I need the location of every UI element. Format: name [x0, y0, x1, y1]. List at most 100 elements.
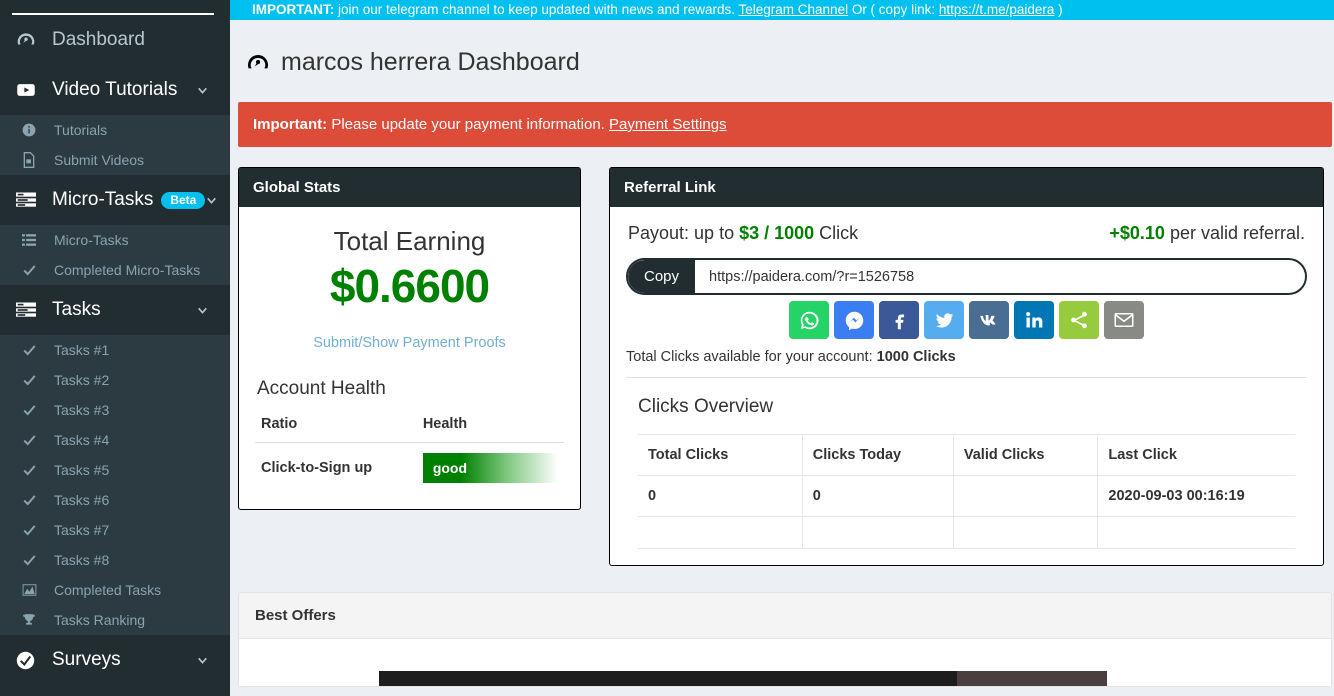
share-icon: [1069, 310, 1089, 330]
global-stats-header: Global Stats: [239, 168, 580, 207]
check-icon: [22, 263, 46, 277]
telegram-url-link[interactable]: https://t.me/paidera: [939, 2, 1055, 17]
chevron-down-icon[interactable]: [194, 82, 210, 98]
table-row: 0 0 2020-09-03 00:16:19: [638, 475, 1295, 517]
sidebar-item-tasks-1[interactable]: Tasks #1: [0, 335, 230, 365]
sidebar-item-dashboard[interactable]: Dashboard: [0, 15, 230, 65]
sidebar-submenu-micro-tasks: Micro-Tasks Completed Micro-Tasks: [0, 225, 230, 285]
check-icon: [22, 433, 46, 447]
table-row: Click-to-Sign up good: [255, 443, 564, 494]
check-icon: [22, 463, 46, 477]
best-offers-card: Best Offers: [238, 592, 1332, 687]
referral-link-card: Referral Link Payout: up to $3 / 1000 Cl…: [609, 167, 1324, 566]
telegram-channel-link[interactable]: Telegram Channel: [739, 2, 849, 17]
table-header-row: Total Clicks Clicks Today Valid Clicks L…: [638, 434, 1295, 476]
sidebar-item-completed-micro-tasks[interactable]: Completed Micro-Tasks: [0, 255, 230, 285]
sidebar-item-tasks-3[interactable]: Tasks #3: [0, 395, 230, 425]
best-offers-header: Best Offers: [255, 607, 336, 624]
share-vk-button[interactable]: [969, 301, 1009, 339]
table-footer-row: [638, 516, 1295, 549]
payout-row: Payout: up to $3 / 1000 Click +$0.10 per…: [626, 221, 1307, 244]
sidebar-item-submit-videos[interactable]: Submit Videos: [0, 145, 230, 175]
sidebar-item-tasks-4[interactable]: Tasks #4: [0, 425, 230, 455]
vk-icon: [978, 309, 1000, 331]
tasks-icon: [16, 301, 42, 319]
referral-bonus-suffix: per valid referral.: [1164, 223, 1305, 243]
share-facebook-button[interactable]: [879, 301, 919, 339]
health-status-badge: good: [422, 453, 558, 483]
dashboard-icon: [246, 51, 270, 75]
sidebar-item-label: Tutorials: [54, 122, 108, 138]
check-icon: [22, 403, 46, 417]
check-icon: [22, 523, 46, 537]
video-icon: [16, 80, 42, 100]
beta-badge: Beta: [161, 191, 206, 209]
cell-clicks-today: 0: [802, 475, 954, 517]
messenger-icon: [844, 310, 865, 331]
sidebar-item-label: Tasks #8: [54, 552, 110, 568]
column-header-last-click: Last Click: [1097, 434, 1295, 476]
total-clicks-label: Total Clicks available for your account:: [626, 349, 877, 365]
payout-rate: $3 / 1000: [739, 223, 815, 243]
total-earning-value: $0.6600: [329, 260, 490, 312]
sidebar-item-video-tutorials[interactable]: Video Tutorials: [0, 65, 230, 115]
total-clicks-value: 1000 Clicks: [876, 349, 956, 365]
main-content: IMPORTANT: join our telegram channel to …: [230, 0, 1334, 696]
sidebar-item-tutorials[interactable]: Tutorials: [0, 115, 230, 145]
offer-banner-image[interactable]: [379, 671, 1107, 686]
check-icon: [22, 553, 46, 567]
account-health-table: Ratio Health Click-to-Sign up good: [255, 412, 564, 493]
sidebar-item-completed-tasks[interactable]: Completed Tasks: [0, 575, 230, 605]
share-whatsapp-button[interactable]: [789, 301, 829, 339]
clicks-overview-title: Clicks Overview: [638, 396, 774, 417]
page-title: marcos herrera Dashboard: [238, 48, 1334, 77]
sidebar-item-label: Tasks Ranking: [54, 612, 146, 628]
sidebar-item-tasks-ranking[interactable]: Tasks Ranking: [0, 605, 230, 635]
sidebar-item-tasks-8[interactable]: Tasks #8: [0, 545, 230, 575]
sidebar-item-tasks-parent[interactable]: Tasks: [0, 285, 230, 335]
sidebar-bottom-edge: [0, 692, 230, 696]
share-buttons-row: [626, 301, 1307, 339]
chevron-down-icon[interactable]: [194, 652, 210, 668]
sidebar-item-surveys[interactable]: Surveys: [0, 635, 230, 685]
whatsapp-icon: [799, 310, 820, 331]
payout-info: Payout: up to $3 / 1000 Click: [628, 223, 858, 244]
sidebar-item-tasks-5[interactable]: Tasks #5: [0, 455, 230, 485]
total-earning-label: Total Earning: [333, 226, 486, 256]
column-header-clicks-today: Clicks Today: [802, 434, 954, 476]
payment-proofs-link[interactable]: Submit/Show Payment Proofs: [255, 335, 564, 351]
best-offers-body: [239, 638, 1331, 686]
referral-header: Referral Link: [610, 168, 1323, 207]
payment-settings-link[interactable]: Payment Settings: [609, 116, 727, 133]
list-icon: [22, 233, 46, 247]
table-header-row: Ratio Health: [255, 412, 564, 443]
chevron-down-icon[interactable]: [194, 302, 210, 318]
alert-text: Please update your payment information.: [327, 116, 610, 133]
referral-link-input[interactable]: [695, 260, 1305, 293]
clicks-overview-table: Total Clicks Clicks Today Valid Clicks L…: [638, 434, 1295, 549]
share-twitter-button[interactable]: [924, 301, 964, 339]
column-header-ratio: Ratio: [255, 412, 417, 443]
sidebar: Dashboard Video Tutorials Tutorials Subm…: [0, 0, 230, 696]
sidebar-item-label: Tasks #3: [54, 402, 110, 418]
banner-text: join our telegram channel to keep update…: [334, 2, 739, 17]
sidebar-item-tasks-7[interactable]: Tasks #7: [0, 515, 230, 545]
sidebar-item-label: Surveys: [52, 649, 121, 670]
sidebar-item-label: Tasks #7: [54, 522, 110, 538]
payment-alert: Important: Please update your payment in…: [238, 102, 1332, 147]
sidebar-item-micro-tasks-parent[interactable]: Micro-Tasks Beta: [0, 175, 230, 225]
share-linkedin-button[interactable]: [1014, 301, 1054, 339]
share-messenger-button[interactable]: [834, 301, 874, 339]
referral-bonus-info: +$0.10 per valid referral.: [1109, 223, 1305, 244]
sidebar-item-micro-tasks[interactable]: Micro-Tasks: [0, 225, 230, 255]
share-generic-button[interactable]: [1059, 301, 1099, 339]
sidebar-item-tasks-2[interactable]: Tasks #2: [0, 365, 230, 395]
referral-body: Payout: up to $3 / 1000 Click +$0.10 per…: [610, 207, 1323, 565]
email-icon: [1114, 312, 1134, 328]
cell-valid-clicks: [953, 475, 1099, 517]
chevron-down-icon[interactable]: [205, 192, 218, 208]
sidebar-item-tasks-6[interactable]: Tasks #6: [0, 485, 230, 515]
cell-total-clicks: 0: [638, 475, 803, 517]
share-email-button[interactable]: [1104, 301, 1144, 339]
copy-button[interactable]: Copy: [628, 260, 696, 293]
